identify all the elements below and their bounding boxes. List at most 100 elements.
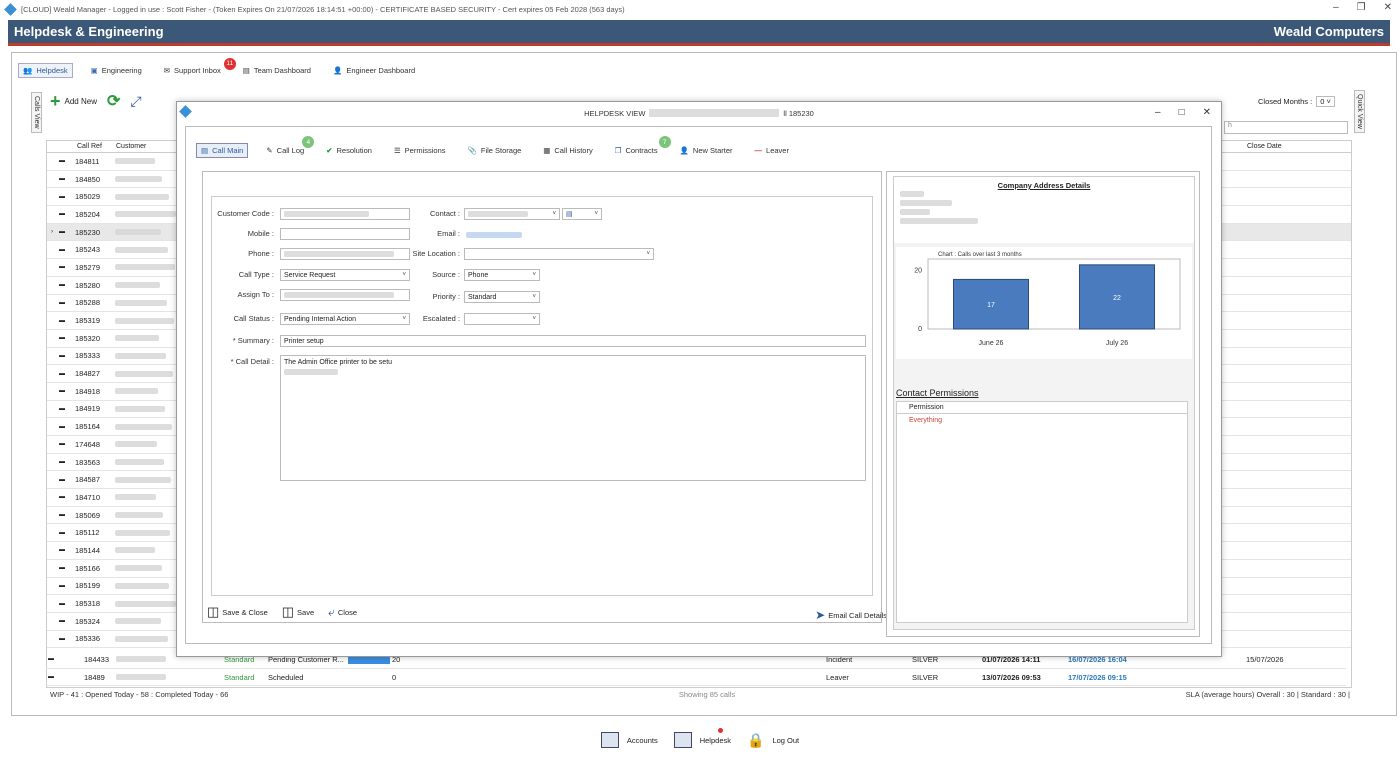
- refresh-icon[interactable]: ⟳: [107, 91, 120, 111]
- log-icon: ✎: [266, 146, 273, 155]
- col-call-ref[interactable]: Call Ref: [47, 143, 114, 150]
- email-call-details-button[interactable]: ➤ Email Call Details: [815, 608, 887, 622]
- phone-input[interactable]: [280, 248, 410, 260]
- col-close-date[interactable]: Close Date: [1247, 143, 1282, 150]
- mobile-input[interactable]: [280, 228, 410, 240]
- tab-call-history[interactable]: ▦ Call History: [539, 144, 596, 157]
- tab-call-main[interactable]: ▤ Call Main: [196, 143, 249, 158]
- status-left: WIP - 41 : Opened Today - 58 : Completed…: [50, 690, 229, 699]
- call-ref: 185324: [75, 616, 101, 626]
- person-icon: 👤: [679, 146, 689, 155]
- status-bar: WIP - 41 : Opened Today - 58 : Completed…: [50, 690, 1350, 699]
- accounts-button[interactable]: Accounts: [600, 732, 658, 748]
- tab-helpdesk[interactable]: 👥 Helpdesk: [18, 62, 73, 78]
- dashboard-icon: ▤: [242, 65, 250, 75]
- add-new-button[interactable]: + Add New: [50, 91, 97, 111]
- inbox-badge: 11: [223, 57, 236, 70]
- summary-input[interactable]: Printer setup: [280, 335, 866, 347]
- calls-view-tab[interactable]: Calls View: [31, 92, 42, 133]
- tab-call-log[interactable]: ✎ Call Log 4: [262, 136, 315, 157]
- close-icon[interactable]: ✕: [1203, 107, 1211, 118]
- calls-chart: Chart : Calls over last 3 months 0 20 17 Jun…: [896, 247, 1192, 359]
- call-ref: 185069: [75, 510, 101, 520]
- quick-view-tab[interactable]: Quick View: [1354, 90, 1365, 133]
- call-ref: 185164: [75, 422, 101, 432]
- minimize-icon[interactable]: –: [1155, 107, 1161, 118]
- tab-team-dashboard[interactable]: ▤ Team Dashboard: [239, 64, 315, 77]
- tab-support-inbox[interactable]: ✉ Support Inbox 11: [160, 57, 236, 77]
- call-ref: 185112: [75, 528, 100, 538]
- bar-value-label: 22: [1113, 295, 1121, 302]
- tab-leaver[interactable]: — Leaver: [751, 144, 793, 157]
- call-ref: 174648: [75, 439, 101, 449]
- y-tick-label: 0: [918, 326, 922, 333]
- contact-card-button[interactable]: ▤ ˅: [562, 208, 602, 220]
- plus-icon: +: [50, 91, 61, 111]
- form-icon: ▤: [201, 146, 209, 155]
- call-ref: 185288: [75, 298, 101, 308]
- contact-select[interactable]: ˅: [464, 208, 560, 220]
- customer-code-input[interactable]: [280, 208, 410, 220]
- status-center: Showing 85 calls: [678, 690, 736, 699]
- minus-icon: —: [754, 146, 763, 155]
- header-title: Helpdesk & Engineering: [14, 24, 164, 39]
- detail-tabs: ▤ Call Main ✎ Call Log 4 ✔ Resolution ☰ Permi…: [196, 136, 793, 158]
- call-ref: 184850: [75, 174, 101, 184]
- closed-months-select[interactable]: 0 ˅: [1316, 96, 1335, 107]
- search-input[interactable]: h: [1224, 121, 1348, 134]
- modal-titlebar: HELPDESK VIEW ll 185230 – □ ✕: [177, 102, 1221, 124]
- chart-svg: Chart : Calls over last 3 months 0 20 17 Jun…: [914, 252, 1181, 347]
- priority-select[interactable]: Standard ˅: [464, 291, 540, 303]
- escalated-select[interactable]: ˅: [464, 313, 540, 325]
- calendar-icon: ▦: [543, 146, 551, 155]
- call-ref: 185318: [75, 599, 101, 609]
- toolbox-icon: ▣: [90, 65, 98, 75]
- maximize-icon[interactable]: □: [1179, 107, 1185, 118]
- accounts-icon: [600, 732, 619, 748]
- company-name: Weald Computers: [1273, 24, 1384, 39]
- save-button[interactable]: ◫ Save: [282, 604, 314, 620]
- assign-to-input[interactable]: [280, 289, 410, 301]
- close-icon[interactable]: ✕: [1384, 2, 1392, 13]
- info-inner: Company Address Details Chart : Calls ov…: [893, 176, 1195, 630]
- toolbar: + Add New ⟳ ⤢: [50, 91, 142, 111]
- call-type-select[interactable]: Service Request ˅: [280, 269, 410, 281]
- email-value[interactable]: [466, 232, 522, 238]
- call-ref: 185230: [75, 227, 101, 237]
- form-buttons: ◫ Save & Close ◫ Save ⤶ Close: [207, 604, 357, 620]
- call-ref: 185166: [75, 563, 101, 573]
- call-ref: 185144: [75, 545, 101, 555]
- call-detail-textarea[interactable]: The Admin Office printer to be setu: [280, 355, 866, 481]
- tab-contracts[interactable]: ❐ Contracts 7: [611, 136, 671, 157]
- restore-icon[interactable]: ❐: [1357, 2, 1366, 13]
- call-status-select[interactable]: Pending Internal Action ˅: [280, 313, 410, 325]
- footer-nav: Accounts Helpdesk 🔒 Log Out: [0, 722, 1400, 758]
- call-ref: 185333: [75, 351, 101, 361]
- person-icon: 👤: [332, 65, 343, 75]
- minimize-icon[interactable]: –: [1333, 2, 1339, 13]
- save-close-button[interactable]: ◫ Save & Close: [207, 604, 268, 620]
- permission-item[interactable]: Everything: [897, 414, 1187, 426]
- tab-engineer-dashboard[interactable]: 👤 Engineer Dashboard: [329, 64, 419, 77]
- site-location-select[interactable]: ˅: [464, 248, 654, 260]
- call-ref: 184710: [75, 492, 101, 502]
- helpdesk-button[interactable]: Helpdesk: [673, 728, 731, 748]
- tab-file-storage[interactable]: 📎 File Storage: [464, 144, 526, 157]
- tab-permissions[interactable]: ☰ Permissions: [390, 144, 450, 157]
- source-select[interactable]: Phone ˅: [464, 269, 540, 281]
- tab-engineering[interactable]: ▣ Engineering: [87, 64, 146, 77]
- table-row[interactable]: ▬ 18489 Standard Scheduled 0 Leaver SILVE…: [46, 669, 1346, 687]
- check-icon: ✔: [326, 146, 333, 155]
- call-ref: 184587: [75, 475, 101, 485]
- call-ref: 184918: [75, 386, 101, 396]
- close-button[interactable]: ⤶ Close: [328, 605, 357, 620]
- col-customer[interactable]: Customer: [114, 143, 174, 150]
- floppy-icon: ◫: [281, 604, 295, 619]
- call-ref: 185199: [75, 581, 101, 591]
- tab-resolution[interactable]: ✔ Resolution: [322, 144, 376, 157]
- app-icon: [179, 105, 192, 118]
- mail-icon: ✉: [163, 65, 171, 75]
- tab-new-starter[interactable]: 👤 New Starter: [676, 144, 737, 157]
- logout-button[interactable]: 🔒 Log Out: [747, 732, 799, 749]
- expand-icon[interactable]: ⤢: [130, 93, 141, 110]
